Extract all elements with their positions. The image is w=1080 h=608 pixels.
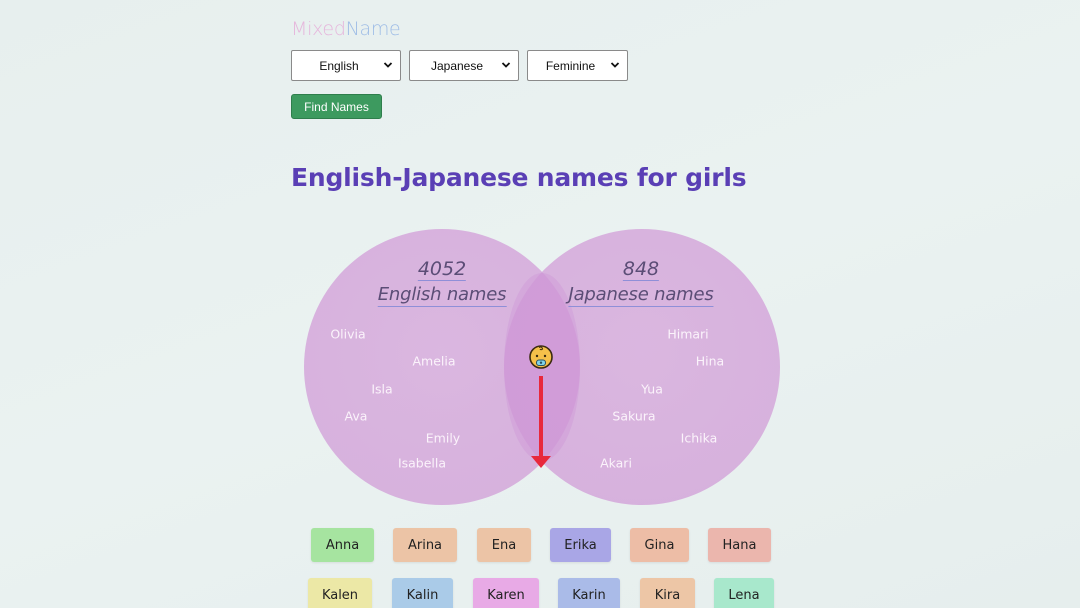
left-name: Ava — [344, 408, 368, 424]
left-set-link[interactable]: English names — [377, 284, 506, 307]
filter-bar: English Japanese Feminine — [291, 50, 628, 81]
name-chip[interactable]: Karen — [473, 578, 539, 608]
language2-select[interactable]: Japanese — [409, 50, 519, 81]
name-chip[interactable]: Anna — [311, 528, 374, 562]
language1-select[interactable]: English — [291, 50, 401, 81]
left-name: Isabella — [397, 455, 447, 471]
chevron-down-icon — [501, 62, 511, 68]
right-name: Hina — [695, 353, 725, 369]
right-name: Sakura — [612, 408, 656, 424]
gender-value: Feminine — [545, 58, 596, 73]
chevron-down-icon — [383, 62, 393, 68]
logo-name: Name — [345, 18, 401, 40]
name-chip[interactable]: Erika — [550, 528, 611, 562]
left-count-link[interactable]: 4052 — [417, 259, 467, 281]
name-chip[interactable]: Karin — [558, 578, 620, 608]
right-set-link[interactable]: Japanese names — [568, 284, 714, 307]
chevron-down-icon — [610, 62, 620, 68]
name-chip[interactable]: Ena — [477, 528, 531, 562]
left-name: Amelia — [412, 353, 456, 369]
left-name: Isla — [371, 381, 393, 397]
baby-icon — [529, 345, 553, 369]
arrow-down-icon — [531, 376, 551, 468]
right-name: Himari — [667, 326, 709, 342]
right-name: Akari — [600, 455, 632, 471]
language1-value: English — [319, 58, 359, 73]
left-name: Olivia — [330, 326, 366, 342]
name-chip[interactable]: Hana — [708, 528, 771, 562]
gender-select[interactable]: Feminine — [527, 50, 628, 81]
name-chip[interactable]: Kalen — [308, 578, 372, 608]
find-names-button[interactable]: Find Names — [291, 94, 382, 119]
right-count-link[interactable]: 848 — [622, 259, 660, 281]
name-chip[interactable]: Gina — [630, 528, 689, 562]
right-name: Yua — [641, 381, 663, 397]
right-name: Ichika — [680, 430, 718, 446]
name-chip[interactable]: Kira — [640, 578, 695, 608]
language2-value: Japanese — [430, 58, 484, 73]
logo[interactable]: MixedName — [291, 18, 401, 40]
venn-diagram: 4052 English names 848 Japanese names Ol… — [304, 229, 780, 505]
name-chip[interactable]: Arina — [393, 528, 457, 562]
name-chip[interactable]: Lena — [714, 578, 774, 608]
logo-mixed: Mixed — [291, 18, 346, 40]
page-title: English-Japanese names for girls — [291, 163, 747, 192]
left-name: Emily — [425, 430, 461, 446]
name-chip[interactable]: Kalin — [392, 578, 453, 608]
